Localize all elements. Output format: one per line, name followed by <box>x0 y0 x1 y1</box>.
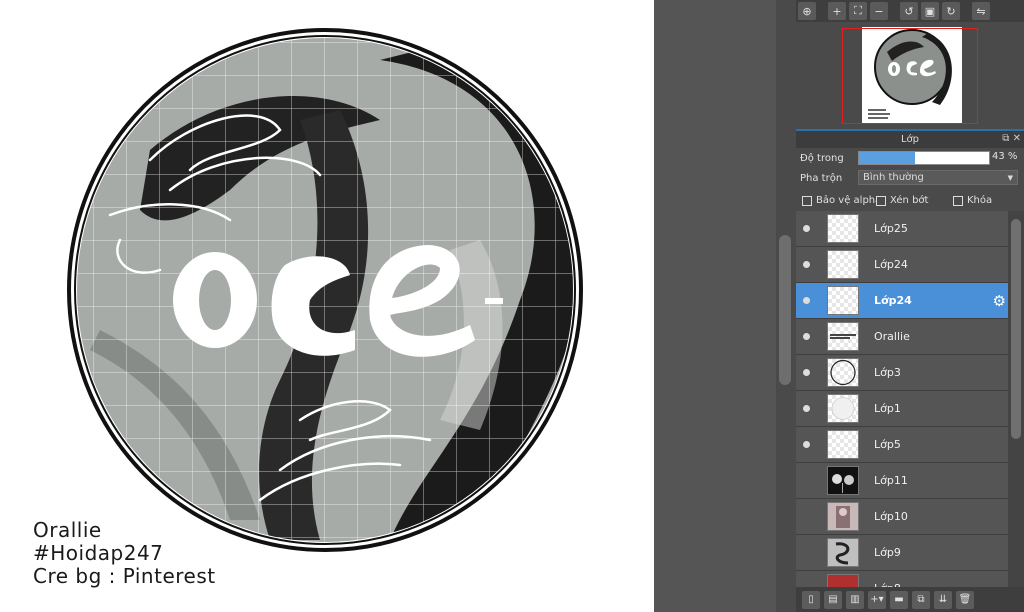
layer-name: Orallie <box>874 330 910 343</box>
layer-list-scrollbar[interactable] <box>1008 211 1024 587</box>
layer-toolbar: ▯ ▤ ▥ +▾ ▬ ⧉ ⇊ 🗑 <box>796 587 1024 612</box>
new-layer-1bit-icon[interactable]: ▥ <box>846 590 864 609</box>
layer-row[interactable]: Lớp5 <box>796 427 1008 463</box>
lock-checkbox[interactable]: Khóa <box>953 195 992 206</box>
visibility-icon[interactable] <box>803 297 810 304</box>
layer-thumbnail <box>827 286 859 315</box>
layer-row[interactable]: Lớp24 ⚙ <box>796 283 1008 319</box>
layer-thumbnail <box>827 502 859 531</box>
layer-name: Lớp11 <box>874 474 908 487</box>
visibility-icon[interactable] <box>803 333 810 340</box>
new-layer-8bit-icon[interactable]: ▤ <box>824 590 842 609</box>
visibility-icon[interactable] <box>803 441 810 448</box>
duplicate-layer-icon[interactable]: ⧉ <box>912 590 930 609</box>
rotate-left-icon[interactable]: ↺ <box>900 2 918 20</box>
layer-name: Lớp25 <box>874 222 908 235</box>
navigator-toolbar: ⊕ + ⛶ − ↺ ▣ ↻ ⇋ <box>796 0 1024 22</box>
layer-thumbnail <box>827 250 859 279</box>
layer-thumbnail <box>827 574 859 587</box>
new-layer-icon[interactable]: ▯ <box>802 590 820 609</box>
layer-name: Lớp24 <box>874 258 908 271</box>
layer-name: Lớp5 <box>874 438 901 451</box>
gear-icon[interactable]: ⚙ <box>993 292 1006 310</box>
layer-thumbnail <box>827 394 859 423</box>
fit-window-icon[interactable]: ⛶ <box>849 2 867 20</box>
chevron-down-icon: ▼ <box>1007 173 1013 182</box>
layer-row[interactable]: Lớp10 <box>796 499 1008 535</box>
layer-thumbnail <box>827 430 859 459</box>
layer-thumbnail <box>827 214 859 243</box>
zoom-in-icon[interactable]: + <box>828 2 846 20</box>
visibility-icon[interactable] <box>803 225 810 232</box>
reset-view-icon[interactable]: ▣ <box>921 2 939 20</box>
layer-row[interactable]: Lớp1 <box>796 391 1008 427</box>
layer-list-scroll-thumb[interactable] <box>1011 219 1021 439</box>
zoom-out-icon[interactable]: − <box>870 2 888 20</box>
layer-thumbnail <box>827 466 859 495</box>
protect-alpha-label: Bảo vệ alpha <box>816 195 882 206</box>
credit-author: Orallie <box>33 518 102 542</box>
flip-icon[interactable]: ⇋ <box>972 2 990 20</box>
visibility-icon[interactable] <box>803 261 810 268</box>
layer-thumbnail <box>827 322 859 351</box>
layer-name: Lớp9 <box>874 546 901 559</box>
blend-mode-select[interactable]: Bình thường ▼ <box>858 170 1018 185</box>
checkbox-box <box>802 195 812 206</box>
layer-panel-title: Lớp <box>900 134 920 145</box>
layer-row[interactable]: Lớp11 <box>796 463 1008 499</box>
layer-panel-header: Lớp ⧉ ✕ <box>796 129 1024 148</box>
layer-thumbnail <box>827 538 859 567</box>
undock-icon[interactable]: ⧉ <box>1002 133 1009 144</box>
canvas-vertical-scrollbar[interactable] <box>776 0 796 612</box>
close-icon[interactable]: ✕ <box>1013 133 1021 144</box>
layer-row[interactable]: Lớp9 <box>796 535 1008 571</box>
lock-label: Khóa <box>967 195 993 206</box>
layer-row[interactable]: Lớp24 <box>796 247 1008 283</box>
checkbox-box <box>876 195 886 206</box>
merge-down-icon[interactable]: ⇊ <box>934 590 952 609</box>
clipping-label: Xén bớt <box>890 195 929 206</box>
checkbox-box <box>953 195 963 206</box>
protect-alpha-checkbox[interactable]: Bảo vệ alpha <box>802 195 881 206</box>
navigator-view-frame[interactable] <box>842 28 978 124</box>
new-folder-icon[interactable]: ▬ <box>890 590 908 609</box>
delete-layer-icon[interactable]: 🗑 <box>956 590 974 609</box>
opacity-label: Độ trong <box>800 152 844 164</box>
layer-row[interactable]: Orallie <box>796 319 1008 355</box>
layer-row[interactable]: Lớp25 <box>796 211 1008 247</box>
opacity-slider[interactable] <box>858 151 990 165</box>
credit-hashtag: #Hoidap247 <box>33 541 164 565</box>
visibility-icon[interactable] <box>803 405 810 412</box>
blend-mode-value: Bình thường <box>863 172 924 183</box>
clipping-checkbox[interactable]: Xén bớt <box>876 195 928 206</box>
visibility-toggle[interactable] <box>799 473 813 487</box>
canvas-gutter <box>654 0 776 612</box>
opacity-value: 43 % <box>992 151 1018 162</box>
layer-row[interactable]: Lớp8 <box>796 571 1008 587</box>
layer-name: Lớp3 <box>874 366 901 379</box>
canvas-scroll-thumb[interactable] <box>779 235 791 385</box>
rotate-right-icon[interactable]: ↻ <box>942 2 960 20</box>
blend-mode-label: Pha trộn <box>800 172 843 184</box>
layer-thumbnail <box>827 358 859 387</box>
zoom-fit-icon[interactable]: ⊕ <box>798 2 816 20</box>
opacity-slider-fill <box>859 152 915 164</box>
navigator-preview[interactable] <box>796 22 1024 126</box>
visibility-toggle[interactable] <box>799 509 813 523</box>
layer-list: Lớp25 Lớp24 Lớp24 ⚙ Orallie Lớp3 Lớp1 Lớp5 Lớp11… <box>796 211 1008 587</box>
visibility-toggle[interactable] <box>799 545 813 559</box>
credit-background-source: Cre bg : Pinterest <box>33 564 216 588</box>
add-layer-menu-icon[interactable]: +▾ <box>868 590 886 609</box>
layer-name: Lớp10 <box>874 510 908 523</box>
layer-row[interactable]: Lớp3 <box>796 355 1008 391</box>
visibility-icon[interactable] <box>803 369 810 376</box>
layer-name: Lớp1 <box>874 402 901 415</box>
layer-name: Lớp24 <box>874 294 912 307</box>
drawing-canvas[interactable]: Orallie #Hoidap247 Cre bg : Pinterest <box>0 0 654 612</box>
side-panel: ⊕ + ⛶ − ↺ ▣ ↻ ⇋ Lớp ⧉ ✕ Độ trong 43 % Ph… <box>796 0 1024 612</box>
